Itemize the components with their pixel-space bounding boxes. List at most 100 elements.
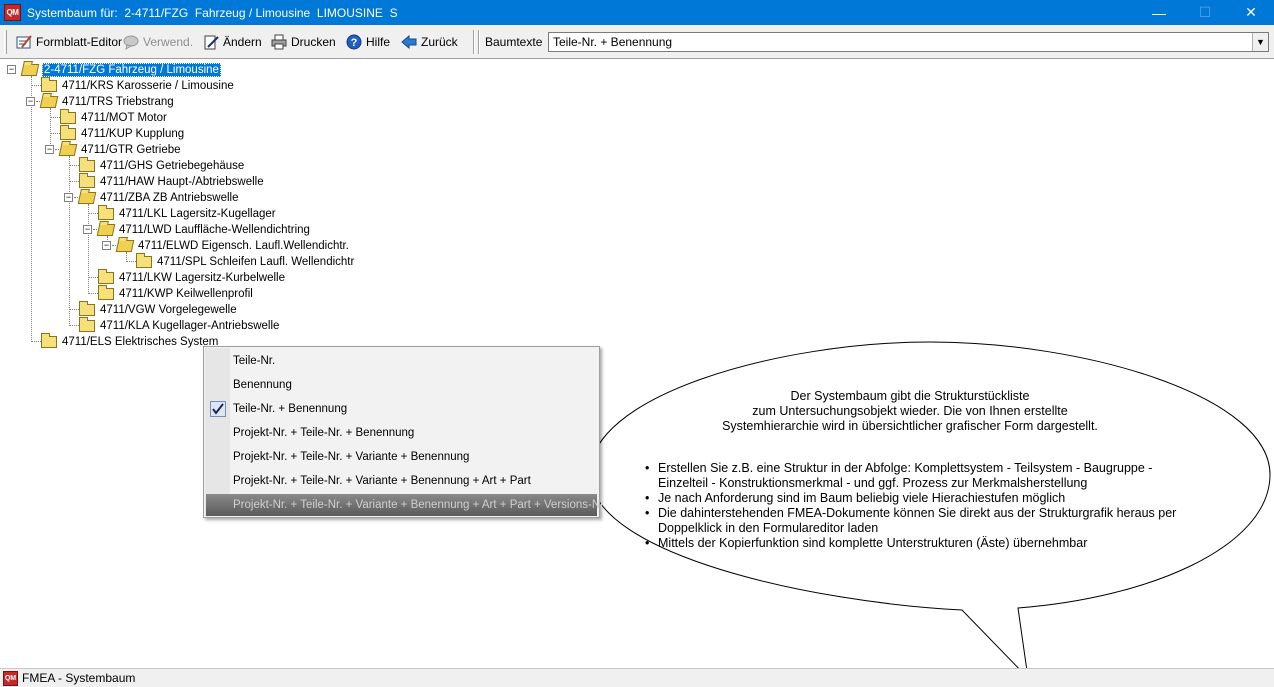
hilfe-button[interactable]: ? Hilfe: [346, 31, 390, 53]
tree-node-spl[interactable]: 4711/SPL Schleifen Laufl. Wellendichtr: [136, 253, 355, 270]
collapse-toggle[interactable]: −: [102, 241, 111, 250]
menu-item-projekt-teile-variante-benennung-art-part[interactable]: Projekt-Nr. + Teile-Nr. + Variante + Ben…: [206, 470, 597, 492]
tree-node-label: 4711/HAW Haupt-/Abtriebswelle: [100, 176, 264, 188]
callout-bullet: Je nach Anforderung sind im Baum beliebi…: [645, 491, 1205, 506]
menu-item-projekt-full-versions[interactable]: Projekt-Nr. + Teile-Nr. + Variante + Ben…: [206, 494, 607, 516]
tree-line: [69, 165, 79, 166]
menu-item-projekt-teile-benennung[interactable]: Projekt-Nr. + Teile-Nr. + Benennung: [206, 422, 597, 444]
callout-intro-line: Der Systembaum gibt die Strukturstücklis…: [790, 389, 1030, 403]
tree-node-label: 4711/LKL Lagersitz-Kugellager: [119, 208, 276, 220]
menu-item-label: Projekt-Nr. + Teile-Nr. + Variante + Ben…: [233, 451, 470, 463]
folder-icon: [79, 301, 95, 316]
tree-line: [50, 117, 60, 118]
tree-node-lkw[interactable]: 4711/LKW Lagersitz-Kurbelwelle: [98, 269, 286, 286]
edit-document-icon: [203, 34, 219, 50]
folder-icon: [98, 285, 114, 300]
tree-node-lkl[interactable]: 4711/LKL Lagersitz-Kugellager: [98, 205, 277, 222]
menu-item-teile-nr[interactable]: Teile-Nr.: [206, 350, 597, 372]
folder-icon: [60, 109, 76, 124]
tree-node-trs[interactable]: 4711/TRS Triebstrang: [39, 94, 175, 110]
tree-line: [31, 341, 41, 342]
context-menu: Teile-Nr. Benennung Teile-Nr. + Benennun…: [203, 346, 607, 518]
folder-icon: [41, 333, 57, 348]
speech-icon: [123, 34, 139, 51]
tree-line: [126, 261, 136, 262]
minimize-button[interactable]: —: [1136, 0, 1182, 25]
verwend-button[interactable]: Verwend.: [123, 31, 193, 53]
close-button[interactable]: ✕: [1228, 0, 1274, 25]
maximize-button[interactable]: ☐: [1182, 0, 1228, 25]
tree-node-label: 4711/ZBA ZB Antriebswelle: [100, 192, 239, 204]
tree-node-label: 4711/KRS Karosserie / Limousine: [62, 80, 234, 92]
tree-node-haw[interactable]: 4711/HAW Haupt-/Abtriebswelle: [79, 173, 265, 190]
checkmark-icon: [210, 401, 226, 417]
open-folder-icon: [77, 192, 97, 204]
tree-node-vgw[interactable]: 4711/VGW Vorgelegewelle: [79, 301, 238, 318]
tree-node-mot[interactable]: 4711/MOT Motor: [60, 109, 168, 126]
folder-icon: [79, 173, 95, 188]
printer-icon: [271, 34, 287, 50]
folder-icon: [41, 77, 57, 92]
folder-icon: [79, 317, 95, 332]
tree-node-lwd[interactable]: 4711/LWD Lauffläche-Wellendichtring: [96, 222, 311, 238]
dropdown-arrow-icon[interactable]: ▼: [1252, 33, 1268, 51]
zurueck-label: Zurück: [421, 35, 458, 49]
tree-node-label: 4711/LWD Lauffläche-Wellendichtring: [119, 224, 310, 236]
menu-item-projekt-teile-variante-benennung[interactable]: Projekt-Nr. + Teile-Nr. + Variante + Ben…: [206, 446, 597, 468]
drucken-button[interactable]: Drucken: [271, 31, 336, 53]
open-folder-icon: [115, 240, 135, 252]
collapse-toggle[interactable]: −: [26, 97, 35, 106]
collapse-toggle[interactable]: −: [7, 65, 16, 74]
tree-line: [31, 85, 41, 86]
tree-line: [88, 213, 98, 214]
tree-node-kla[interactable]: 4711/KLA Kugellager-Antriebswelle: [79, 317, 280, 334]
tree-node-label: 4711/SPL Schleifen Laufl. Wellendichtr: [157, 256, 355, 268]
verwend-label: Verwend.: [143, 35, 194, 49]
tree-line: [88, 277, 98, 278]
tree-node-els[interactable]: 4711/ELS Elektrisches System: [41, 333, 219, 350]
open-folder-icon: [39, 96, 59, 108]
tree-node-zba[interactable]: 4711/ZBA ZB Antriebswelle: [77, 190, 240, 206]
menu-item-teile-nr-benennung[interactable]: Teile-Nr. + Benennung: [206, 398, 597, 420]
open-folder-icon: [96, 224, 116, 236]
tree-node-label: 4711/KLA Kugellager-Antriebswelle: [100, 320, 280, 332]
collapse-toggle[interactable]: −: [83, 225, 92, 234]
callout-intro-line: zum Untersuchungsobjekt wieder. Die von …: [752, 404, 1068, 418]
tree-node-kwp[interactable]: 4711/KWP Keilwellenprofil: [98, 285, 254, 302]
tree-line: [69, 181, 79, 182]
callout-intro: Der Systembaum gibt die Strukturstücklis…: [640, 389, 1180, 434]
menu-item-label: Projekt-Nr. + Teile-Nr. + Benennung: [233, 427, 415, 439]
tree-node-krs[interactable]: 4711/KRS Karosserie / Limousine: [41, 77, 235, 94]
aendern-label: Ändern: [223, 35, 262, 49]
tree-node-label: 4711/ELWD Eigensch. Laufl.Wellendichtr.: [138, 240, 349, 252]
menu-item-benennung[interactable]: Benennung: [206, 374, 597, 396]
tree-node-elwd[interactable]: 4711/ELWD Eigensch. Laufl.Wellendichtr.: [115, 238, 350, 254]
collapse-toggle[interactable]: −: [45, 145, 54, 154]
aendern-button[interactable]: Ändern: [203, 31, 262, 53]
toolbar-grip[interactable]: [4, 30, 7, 54]
formblatt-editor-label: Formblatt-Editor: [36, 35, 123, 49]
tree-node-kup[interactable]: 4711/KUP Kupplung: [60, 125, 185, 142]
toolbar-separator: [478, 30, 480, 54]
folder-icon: [79, 157, 95, 172]
callout-intro-line: Systemhierarchie wird in übersichtlicher…: [722, 419, 1098, 433]
tree-node-label: 4711/KWP Keilwellenprofil: [119, 288, 253, 300]
tree-node-ghs[interactable]: 4711/GHS Getriebegehäuse: [79, 157, 245, 174]
help-icon: ?: [346, 34, 362, 50]
tree-node-fzg[interactable]: 2-4711/FZG Fahrzeug / Limousine: [20, 62, 221, 78]
collapse-toggle[interactable]: −: [64, 193, 73, 202]
baumtexte-label: Baumtexte: [485, 35, 543, 49]
callout-bullet: Die dahinterstehenden FMEA-Dokumente kön…: [645, 506, 1205, 536]
tree-node-label: 4711/KUP Kupplung: [81, 128, 185, 140]
zurueck-button[interactable]: Zurück: [401, 31, 458, 53]
menu-item-label: Teile-Nr.: [233, 355, 276, 367]
tree-node-gtr[interactable]: 4711/GTR Getriebe: [58, 142, 182, 158]
tree-node-label: 4711/LKW Lagersitz-Kurbelwelle: [119, 272, 285, 284]
app-icon[interactable]: QM: [4, 4, 21, 21]
tree-node-label: 4711/VGW Vorgelegewelle: [100, 304, 237, 316]
formblatt-editor-button[interactable]: Formblatt-Editor: [16, 31, 122, 53]
folder-icon: [136, 253, 152, 268]
baumtexte-select[interactable]: Teile-Nr. + Benennung ▼: [548, 32, 1269, 52]
menu-item-label: Teile-Nr. + Benennung: [233, 403, 348, 415]
tree-line: [69, 309, 79, 310]
